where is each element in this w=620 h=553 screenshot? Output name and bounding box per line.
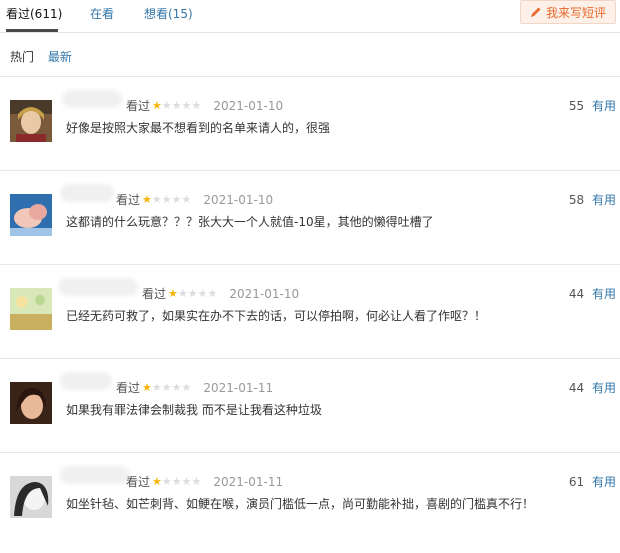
star-empty-icon: ★ <box>171 99 182 112</box>
star-empty-icon: ★ <box>171 381 182 394</box>
vote-area: 44 有用 <box>569 285 616 302</box>
comment-item: 看过 ★ ★ ★ ★ ★ 2021-01-10 44 有用 已经无药可救了，如果实在办不… <box>0 264 620 359</box>
avatar[interactable] <box>10 382 52 424</box>
tab-watched[interactable]: 看过(611) <box>6 5 62 22</box>
sort-hot[interactable]: 热门 <box>10 50 34 64</box>
comment-text: 如果我有罪法律会制裁我 而不是让我看这种垃圾 <box>66 403 322 417</box>
star-empty-icon: ★ <box>161 381 172 394</box>
comment-item: 看过 ★ ★ ★ ★ ★ 2021-01-10 58 有用 这都请的什么玩意？？？张大大… <box>0 170 620 265</box>
useful-button[interactable]: 有用 <box>592 381 616 395</box>
write-review-label: 我来写短评 <box>545 5 606 20</box>
tab-want-to-watch[interactable]: 想看(15) <box>144 5 193 22</box>
avatar[interactable] <box>10 194 52 236</box>
comment-text: 好像是按照大家最不想看到的名单来请人的，很强 <box>66 121 331 135</box>
username-blurred <box>62 90 122 108</box>
star-empty-icon: ★ <box>177 287 188 300</box>
star-filled-icon: ★ <box>152 99 162 112</box>
avatar[interactable] <box>10 476 52 518</box>
star-filled-icon: ★ <box>152 475 162 488</box>
useful-button[interactable]: 有用 <box>592 475 616 489</box>
comment-date: 2021-01-10 <box>213 98 284 113</box>
star-empty-icon: ★ <box>181 381 192 394</box>
active-tab-indicator <box>6 29 58 32</box>
star-empty-icon: ★ <box>181 475 192 488</box>
vote-count: 44 <box>568 381 585 395</box>
comment-meta: 看过 ★ ★ ★ ★ ★ 2021-01-10 <box>126 97 283 114</box>
rating-stars: ★ ★ ★ ★ ★ <box>168 288 217 299</box>
vote-count: 44 <box>568 287 585 301</box>
rating-stars: ★ ★ ★ ★ ★ <box>142 194 191 205</box>
vote-area: 61 有用 <box>569 473 616 490</box>
vote-count: 58 <box>568 193 585 207</box>
vote-area: 58 有用 <box>569 191 616 208</box>
watch-status: 看过 <box>116 193 141 207</box>
comment-meta: 看过 ★ ★ ★ ★ ★ 2021-01-11 <box>116 379 273 396</box>
comment-date: 2021-01-11 <box>213 474 284 489</box>
comment-text: 已经无药可救了，如果实在办不下去的话，可以停拍啊，何必让人看了作呕？！ <box>66 309 487 323</box>
star-empty-icon: ★ <box>207 287 218 300</box>
username-blurred <box>60 466 130 484</box>
star-empty-icon: ★ <box>171 193 182 206</box>
username-blurred <box>60 184 114 202</box>
comment-item: 看过 ★ ★ ★ ★ ★ 2021-01-11 44 有用 如果我有罪法律会制裁我 而不… <box>0 358 620 453</box>
star-empty-icon: ★ <box>181 99 192 112</box>
vote-count: 61 <box>568 475 585 489</box>
star-filled-icon: ★ <box>168 287 178 300</box>
username-blurred <box>60 372 112 390</box>
watch-status: 看过 <box>126 475 151 489</box>
vote-count: 55 <box>568 99 585 113</box>
write-review-button[interactable]: 我来写短评 <box>520 0 616 24</box>
comment-date: 2021-01-10 <box>203 192 274 207</box>
watch-status: 看过 <box>116 381 141 395</box>
comment-item: 看过 ★ ★ ★ ★ ★ 2021-01-11 61 有用 如坐针毡、如芒刺背、如鲠在喉… <box>0 452 620 547</box>
useful-button[interactable]: 有用 <box>592 99 616 113</box>
username-blurred <box>58 278 138 296</box>
pencil-icon <box>530 7 541 17</box>
star-empty-icon: ★ <box>181 193 192 206</box>
comment-meta: 看过 ★ ★ ★ ★ ★ 2021-01-10 <box>116 191 273 208</box>
watch-status: 看过 <box>126 99 151 113</box>
star-filled-icon: ★ <box>142 381 152 394</box>
star-empty-icon: ★ <box>161 193 172 206</box>
watch-status: 看过 <box>142 287 167 301</box>
comment-item: 看过 ★ ★ ★ ★ ★ 2021-01-10 55 有用 好像是按照大家最不想看到的名… <box>0 76 620 171</box>
star-empty-icon: ★ <box>151 193 162 206</box>
avatar[interactable] <box>10 288 52 330</box>
useful-button[interactable]: 有用 <box>592 287 616 301</box>
star-empty-icon: ★ <box>151 381 162 394</box>
vote-area: 55 有用 <box>569 97 616 114</box>
rating-stars: ★ ★ ★ ★ ★ <box>142 382 191 393</box>
star-empty-icon: ★ <box>191 99 202 112</box>
comment-date: 2021-01-10 <box>229 286 300 301</box>
comment-meta: 看过 ★ ★ ★ ★ ★ 2021-01-11 <box>126 473 283 490</box>
star-empty-icon: ★ <box>171 475 182 488</box>
star-empty-icon: ★ <box>161 99 172 112</box>
star-empty-icon: ★ <box>191 475 202 488</box>
tab-watching[interactable]: 在看 <box>90 5 114 22</box>
rating-stars: ★ ★ ★ ★ ★ <box>152 100 201 111</box>
sort-latest[interactable]: 最新 <box>48 50 72 64</box>
sort-options: 热门 最新 <box>10 48 82 65</box>
comment-date: 2021-01-11 <box>203 380 274 395</box>
tab-bar: 看过(611) 在看 想看(15) 我来写短评 <box>0 0 620 33</box>
star-empty-icon: ★ <box>187 287 198 300</box>
comment-meta: 看过 ★ ★ ★ ★ ★ 2021-01-10 <box>142 285 299 302</box>
star-empty-icon: ★ <box>197 287 208 300</box>
comment-text: 如坐针毡、如芒刺背、如鲠在喉，演员门槛低一点，尚可勤能补拙，喜剧的门槛真不行！ <box>66 497 535 511</box>
vote-area: 44 有用 <box>569 379 616 396</box>
comment-text: 这都请的什么玩意？？？张大大一个人就值-10星，其他的懒得吐槽了 <box>66 215 434 229</box>
rating-stars: ★ ★ ★ ★ ★ <box>152 476 201 487</box>
useful-button[interactable]: 有用 <box>592 193 616 207</box>
avatar[interactable] <box>10 100 52 142</box>
star-empty-icon: ★ <box>161 475 172 488</box>
star-filled-icon: ★ <box>142 193 152 206</box>
